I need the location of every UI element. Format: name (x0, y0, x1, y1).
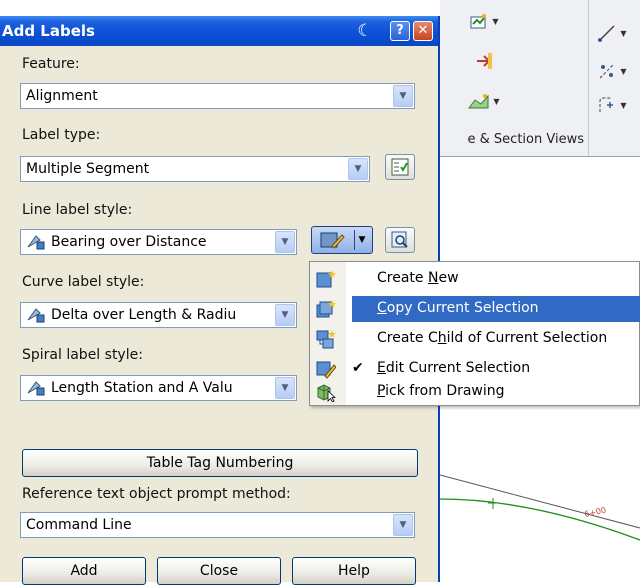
spiral-label-style-value: Length Station and A Valu (51, 380, 233, 396)
chevron-down-icon[interactable]: ▼ (393, 85, 413, 107)
reference-prompt-label: Reference text object prompt method: (22, 486, 291, 502)
menu-item-pick-from-drawing[interactable]: Pick from Drawing (310, 377, 640, 407)
curve-label-style-select[interactable]: Delta over Length & Radiu ▼ (20, 302, 297, 328)
magnifier-icon (391, 231, 408, 248)
curve-label-style-label: Curve label style: (22, 274, 145, 290)
checkmark-icon: ✔ (352, 360, 364, 376)
slope-icon (600, 63, 615, 79)
pick-from-drawing-icon (317, 384, 336, 402)
feature-value: Alignment (26, 88, 98, 104)
section-view-icon (468, 94, 489, 109)
chevron-down-icon[interactable]: ▼ (348, 158, 368, 180)
menu-item-create-child[interactable]: Create Child of Current Selection (310, 324, 640, 354)
profile-view-icon (470, 14, 487, 29)
curve-label-style-value: Delta over Length & Radiu (51, 307, 237, 323)
label-type-select[interactable]: Multiple Segment ▼ (20, 156, 370, 182)
station-label: 6+00 (584, 506, 607, 519)
section-view-button[interactable]: ▼ (462, 88, 506, 114)
edit-style-icon (320, 232, 345, 249)
help-title-button[interactable]: ? (390, 21, 410, 41)
help-button[interactable]: Help (292, 557, 416, 585)
style-details-button[interactable] (385, 227, 415, 253)
menu-item-create-new[interactable]: Create New (310, 264, 640, 294)
dialog-titlebar[interactable]: Add Labels ☾ ? ✕ (0, 16, 438, 46)
spiral-label-style-select[interactable]: Length Station and A Valu ▼ (20, 375, 297, 401)
feature-label: Feature: (22, 56, 80, 72)
label-type-value: Multiple Segment (26, 161, 150, 177)
label-style-icon (27, 308, 45, 323)
label-style-icon (27, 235, 45, 250)
reference-prompt-value: Command Line (26, 517, 132, 533)
chevron-down-icon[interactable]: ▼ (275, 377, 295, 399)
edit-style-button[interactable] (315, 230, 351, 250)
context-help-icon[interactable]: ☾ (356, 22, 374, 40)
curve-tool-button[interactable]: ▼ (590, 92, 634, 118)
chevron-down-icon[interactable]: ▼ (275, 231, 295, 253)
slope-tool-button[interactable]: ▼ (590, 58, 634, 84)
reference-prompt-select[interactable]: Command Line ▼ (20, 512, 415, 538)
menu-item-copy-current-selection[interactable]: Copy Current Selection (310, 294, 640, 324)
spiral-label-style-label: Spiral label style: (22, 347, 143, 363)
create-child-icon (316, 330, 336, 349)
curve-icon (599, 97, 614, 112)
chevron-down-icon[interactable]: ▼ (275, 304, 295, 326)
copy-style-icon (316, 300, 336, 318)
line-icon (598, 25, 615, 42)
line-label-style-select[interactable]: Bearing over Distance ▼ (20, 229, 297, 255)
close-title-button[interactable]: ✕ (413, 21, 433, 41)
dialog-title: Add Labels (2, 22, 95, 40)
add-button[interactable]: Add (22, 557, 146, 585)
line-label-style-label: Line label style: (22, 202, 133, 218)
close-button[interactable]: Close (157, 557, 281, 585)
label-type-label: Label type: (22, 127, 101, 143)
label-type-options-button[interactable] (385, 154, 415, 180)
projection-icon (477, 53, 492, 69)
profile-view-button[interactable]: ▼ (462, 8, 506, 34)
edit-style-split-button[interactable]: ▼ (311, 226, 373, 254)
checklist-icon (391, 158, 409, 176)
edit-style-icon (316, 361, 336, 379)
line-label-style-value: Bearing over Distance (51, 234, 207, 250)
style-context-menu: Create New Copy Current Selection Create… (309, 261, 640, 406)
line-tool-button[interactable]: ▼ (590, 20, 634, 46)
edit-style-dropdown-arrow[interactable]: ▼ (354, 230, 369, 250)
create-new-icon (316, 270, 336, 288)
feature-select[interactable]: Alignment ▼ (20, 83, 415, 109)
ribbon-section-label: e & Section Views (467, 132, 584, 147)
chevron-down-icon[interactable]: ▼ (393, 514, 413, 536)
label-style-icon (27, 381, 45, 396)
table-tag-numbering-button[interactable]: Table Tag Numbering (22, 449, 418, 477)
projection-button[interactable] (462, 48, 506, 74)
